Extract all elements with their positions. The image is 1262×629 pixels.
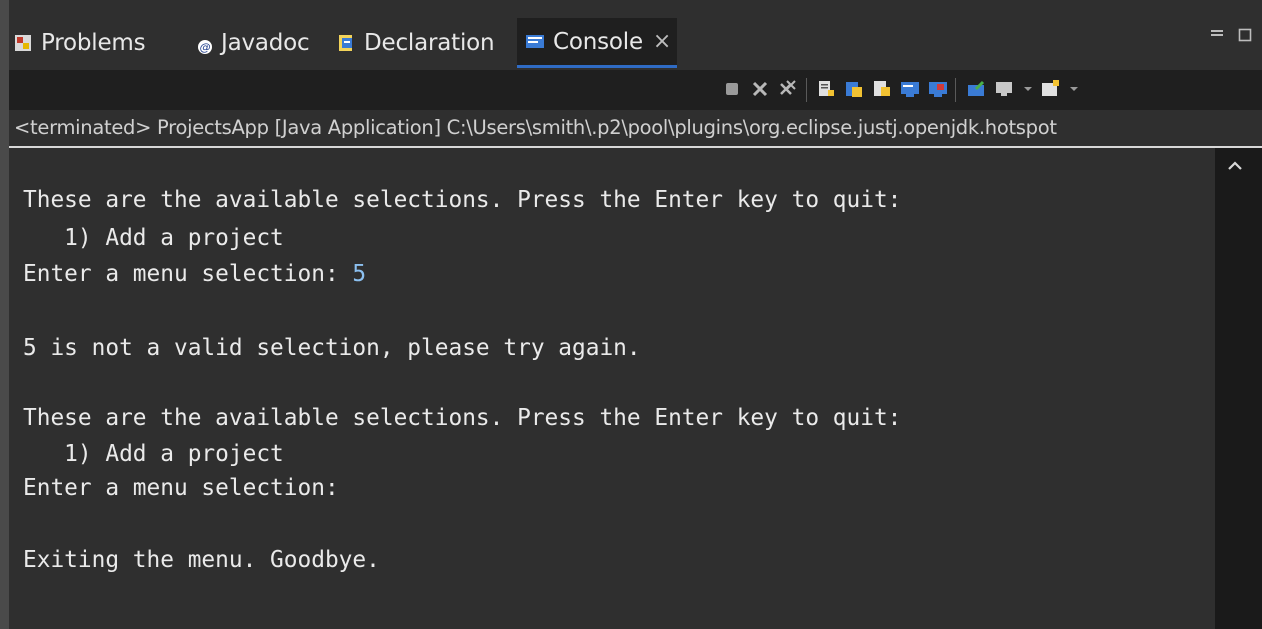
console-line: 5 is not a valid selection, please try a… — [23, 335, 641, 361]
show-console-on-output-icon[interactable] — [871, 78, 893, 100]
remove-all-terminated-icon[interactable] — [777, 78, 799, 100]
open-console-icon[interactable] — [1039, 78, 1061, 100]
scroll-up-icon[interactable] — [1227, 156, 1243, 177]
display-selected-console-icon[interactable] — [993, 78, 1015, 100]
process-status-line: <terminated> ProjectsApp [Java Applicati… — [9, 110, 1262, 146]
show-console-stdout-icon[interactable] — [899, 78, 921, 100]
console-toolbar — [9, 70, 1262, 110]
tab-problems[interactable]: Problems — [13, 18, 146, 68]
tab-label: Declaration — [364, 30, 495, 56]
tab-label: Problems — [41, 30, 146, 56]
svg-text:@: @ — [200, 41, 211, 54]
console-line: Enter a menu selection: 5 — [23, 260, 366, 288]
toolbar-separator — [955, 78, 956, 102]
view-tab-bar: Problems @ Javadoc Declaration Console × — [9, 0, 1262, 70]
minimize-icon[interactable] — [1209, 24, 1225, 48]
vertical-scrollbar[interactable] — [1215, 148, 1262, 629]
problems-icon — [13, 33, 33, 53]
word-wrap-icon[interactable] — [843, 78, 865, 100]
user-input-value: 5 — [352, 261, 367, 287]
javadoc-icon: @ — [197, 35, 213, 54]
tab-declaration[interactable]: Declaration — [336, 18, 495, 68]
terminate-icon[interactable] — [721, 78, 743, 100]
scroll-lock-icon[interactable] — [815, 78, 837, 100]
console-line: Enter a menu selection: — [23, 475, 339, 501]
tab-console[interactable]: Console × — [517, 18, 678, 68]
console-line: These are the available selections. Pres… — [23, 187, 902, 213]
console-line: These are the available selections. Pres… — [23, 405, 902, 431]
tab-javadoc[interactable]: @ Javadoc — [197, 18, 310, 68]
prompt-text: Enter a menu selection: — [23, 261, 353, 287]
tab-label: Console — [553, 28, 643, 55]
show-console-stderr-icon[interactable] — [927, 78, 949, 100]
left-border — [0, 0, 9, 629]
console-line: 1) Add a project — [23, 441, 284, 467]
declaration-icon — [336, 33, 356, 53]
close-tab-icon[interactable]: × — [653, 29, 671, 54]
chevron-down-icon[interactable] — [1017, 78, 1039, 100]
console-view: Problems @ Javadoc Declaration Console ×… — [9, 0, 1262, 629]
remove-launch-icon[interactable] — [749, 78, 771, 100]
console-output[interactable]: These are the available selections. Pres… — [9, 148, 1215, 629]
console-icon — [525, 32, 545, 52]
pin-console-icon[interactable] — [965, 78, 987, 100]
console-line: Exiting the menu. Goodbye. — [23, 547, 380, 573]
tab-label: Javadoc — [221, 30, 310, 56]
chevron-down-icon[interactable] — [1063, 78, 1085, 100]
console-line: 1) Add a project — [23, 225, 284, 251]
toolbar-separator — [806, 78, 807, 102]
maximize-icon[interactable] — [1237, 24, 1253, 48]
